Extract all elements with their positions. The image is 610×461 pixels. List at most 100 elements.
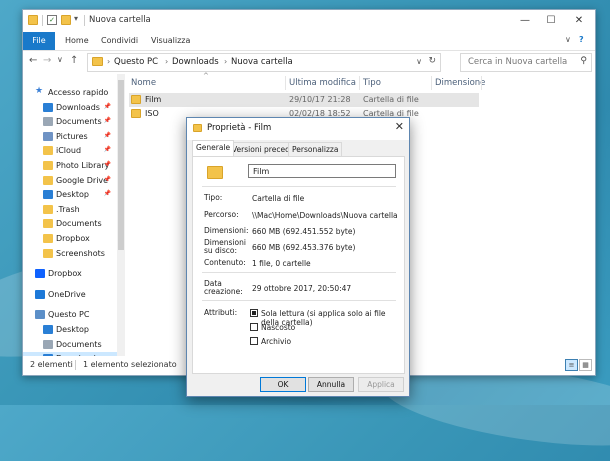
column-divider[interactable] (359, 76, 360, 90)
checkbox-nascosto[interactable] (250, 323, 258, 331)
value-dimensioni-su-disco: 660 MB (692.453.376 byte) (252, 243, 356, 252)
sidebar-item-desktop[interactable]: Desktop (23, 323, 117, 337)
sidebar-item-photo-library[interactable]: Photo Library 📌 (23, 159, 117, 173)
computer-icon (35, 310, 45, 320)
value-tipo: Cartella di file (252, 194, 305, 203)
checkbox-archivio[interactable] (250, 337, 258, 345)
search-box[interactable]: Cerca in Nuova cartella ⚲ (460, 53, 592, 72)
sidebar-item-documents[interactable]: Documents (23, 217, 117, 231)
tab-condividi[interactable]: Condividi (101, 36, 138, 45)
pin-icon[interactable]: 📌 (104, 190, 111, 197)
folder-icon (28, 15, 38, 25)
details-view-icon[interactable]: ≡ (565, 359, 578, 371)
expand-ribbon-icon[interactable]: ∨ (565, 35, 571, 44)
breadcrumb-questo-pc[interactable]: Questo PC (114, 57, 158, 67)
pictures-icon (43, 131, 53, 141)
cancel-button[interactable]: Annulla (308, 377, 354, 392)
column-header-nome[interactable]: Nome (131, 78, 156, 88)
sidebar-item-trash[interactable]: .Trash (23, 203, 117, 217)
new-folder-icon[interactable] (61, 15, 71, 25)
sidebar-item-accesso-rapido[interactable]: ★ Accesso rapido (23, 86, 117, 100)
column-header-ultima-modifica[interactable]: Ultima modifica (289, 78, 356, 88)
general-panel: Film Tipo: Cartella di file Percorso: \\… (192, 156, 405, 374)
tab-personalizza[interactable]: Personalizza (288, 142, 343, 156)
back-button[interactable]: ← (29, 55, 37, 66)
recent-locations-icon[interactable]: ∨ (57, 55, 63, 64)
dialog-close-button[interactable]: ✕ (395, 120, 404, 133)
sidebar-item-icloud[interactable]: iCloud 📌 (23, 144, 117, 158)
up-button[interactable]: ↑ (70, 55, 78, 66)
divider (84, 15, 85, 26)
sidebar-item-google-drive[interactable]: Google Drive 📌 (23, 174, 117, 188)
divider (202, 300, 396, 301)
sidebar-item-screenshots[interactable]: Screenshots (23, 247, 117, 261)
address-dropdown-icon[interactable]: ∨ (416, 57, 422, 66)
document-icon (43, 117, 53, 127)
column-header-tipo[interactable]: Tipo (363, 78, 381, 88)
tab-generale[interactable]: Generale (192, 140, 235, 156)
divider (42, 15, 43, 26)
close-button[interactable]: ✕ (567, 13, 591, 29)
label-archivio: Archivio (261, 337, 292, 346)
navigation-scrollbar[interactable] (117, 74, 125, 356)
sidebar-item-dropbox[interactable]: Dropbox (23, 267, 117, 281)
sidebar-item-onedrive[interactable]: OneDrive (23, 288, 117, 302)
help-icon[interactable]: ? (579, 35, 584, 44)
minimize-button[interactable]: — (513, 13, 537, 29)
sidebar-item-downloads[interactable]: Downloads (23, 352, 117, 356)
pin-icon[interactable]: 📌 (104, 103, 111, 110)
column-divider[interactable] (431, 76, 432, 90)
breadcrumb-downloads[interactable]: Downloads (172, 57, 219, 67)
pin-icon[interactable]: 📌 (104, 176, 111, 183)
apply-button[interactable]: Applica (358, 377, 404, 392)
maximize-button[interactable]: ☐ (539, 13, 563, 29)
label-contenuto: Contenuto: (204, 258, 246, 267)
file-name: ISO (145, 109, 159, 118)
search-icon: ⚲ (580, 56, 587, 66)
file-row[interactable]: Film 29/10/17 21:28 Cartella di file (129, 93, 479, 107)
folder-icon (43, 175, 53, 185)
sidebar-item-label: Pictures (56, 131, 88, 141)
tab-visualizza[interactable]: Visualizza (151, 36, 190, 45)
breadcrumb-nuova-cartella[interactable]: Nuova cartella (231, 57, 293, 67)
column-divider[interactable] (285, 76, 286, 90)
sidebar-item-pictures[interactable]: Pictures 📌 (23, 130, 117, 144)
tab-home[interactable]: Home (65, 36, 89, 45)
chevron-right-icon[interactable]: › (224, 57, 227, 66)
address-row: ← → ∨ ↑ › Questo PC › Downloads › Nuova … (23, 51, 595, 73)
sidebar-item-label: Questo PC (48, 310, 90, 320)
label-dimensioni-su-disco-2: su disco: (204, 246, 238, 255)
value-data-creazione: 29 ottobre 2017, 20:50:47 (252, 284, 352, 293)
chevron-right-icon[interactable]: › (165, 57, 168, 66)
checkbox-sola-lettura[interactable] (250, 309, 258, 317)
divider (75, 360, 76, 370)
sidebar-item-questo-pc[interactable]: Questo PC (23, 308, 117, 322)
forward-button[interactable]: → (43, 55, 51, 66)
large-icons-view-icon[interactable]: ▦ (579, 359, 592, 371)
properties-icon[interactable]: ✓ (47, 15, 57, 25)
refresh-icon[interactable]: ↻ (428, 56, 436, 66)
sidebar-item-label: Documents (56, 219, 102, 229)
sidebar-item-documents[interactable]: Documents (23, 338, 117, 352)
column-header-dimensione[interactable]: Dimensione (435, 78, 485, 88)
pin-icon[interactable]: 📌 (104, 117, 111, 124)
sidebar-item-desktop[interactable]: Desktop 📌 (23, 188, 117, 202)
sidebar-item-label: Downloads (56, 354, 100, 356)
ok-button[interactable]: OK (260, 377, 306, 392)
scrollbar-thumb[interactable] (118, 80, 124, 250)
tab-file[interactable]: File (23, 32, 55, 50)
folder-name-field[interactable]: Film (248, 164, 396, 178)
pin-icon[interactable]: 📌 (104, 161, 111, 168)
sidebar-item-label: Desktop (56, 190, 89, 200)
column-divider[interactable] (481, 76, 482, 90)
pin-icon[interactable]: 📌 (104, 132, 111, 139)
sidebar-item-dropbox[interactable]: Dropbox (23, 232, 117, 246)
sidebar-item-label: Desktop (56, 325, 89, 334)
sidebar-item-documents[interactable]: Documents 📌 (23, 115, 117, 129)
sidebar-item-downloads[interactable]: Downloads 📌 (23, 101, 117, 115)
search-placeholder: Cerca in Nuova cartella (468, 57, 568, 67)
quick-access-dropdown-icon[interactable]: ▾ (74, 14, 78, 23)
sidebar-item-label: Downloads (56, 102, 100, 112)
address-bar[interactable]: › Questo PC › Downloads › Nuova cartella… (87, 53, 441, 72)
pin-icon[interactable]: 📌 (104, 146, 111, 153)
